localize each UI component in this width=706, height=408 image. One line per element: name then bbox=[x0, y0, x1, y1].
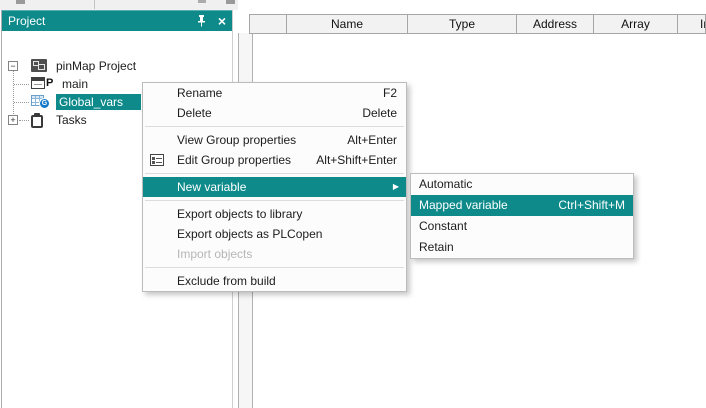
menu-item-export-objects-to-library[interactable]: Export objects to library bbox=[143, 204, 406, 224]
menu-item-label: Constant bbox=[419, 216, 467, 237]
submenu-item-retain[interactable]: Retain bbox=[411, 237, 633, 258]
menu-item-label: Delete bbox=[177, 103, 212, 123]
submenu-arrow-icon: ▶ bbox=[393, 177, 399, 197]
menu-shortcut: Delete bbox=[362, 103, 397, 123]
menu-separator bbox=[145, 267, 404, 268]
menu-item-label: View Group properties bbox=[177, 130, 296, 150]
variables-table-header: Name Type Address Array Init bbox=[249, 14, 706, 34]
tree-item-label-selected[interactable]: Global_vars bbox=[56, 94, 141, 110]
menu-item-label: Automatic bbox=[419, 174, 472, 195]
tree-item-label[interactable]: pinMap Project bbox=[56, 58, 136, 74]
menu-item-label: Retain bbox=[419, 237, 454, 258]
workspace: Project × − pinMap Project bbox=[0, 0, 706, 408]
toolbar-separator bbox=[94, 0, 95, 9]
menu-item-delete[interactable]: Delete Delete bbox=[143, 103, 406, 123]
column-header-row-selector[interactable] bbox=[250, 15, 287, 33]
tree-item-project-root[interactable]: − pinMap Project bbox=[2, 57, 232, 75]
expand-expander-icon[interactable]: + bbox=[8, 115, 18, 125]
menu-item-label: Export objects to library bbox=[177, 204, 302, 224]
menu-item-label: Rename bbox=[177, 83, 222, 103]
toolbar-icon-fragment bbox=[198, 0, 206, 3]
column-header-address[interactable]: Address bbox=[517, 15, 594, 33]
toolbar-icon-fragment bbox=[226, 0, 235, 4]
menu-shortcut: F2 bbox=[383, 83, 397, 103]
new-variable-submenu: Automatic Mapped variable Ctrl+Shift+M C… bbox=[410, 173, 634, 259]
menu-item-exclude-from-build[interactable]: Exclude from build bbox=[143, 271, 406, 291]
menu-item-rename[interactable]: Rename F2 bbox=[143, 83, 406, 103]
column-header-array[interactable]: Array bbox=[594, 15, 678, 33]
column-header-type[interactable]: Type bbox=[408, 15, 517, 33]
toolbar-icon-fragment bbox=[16, 0, 25, 4]
close-icon[interactable]: × bbox=[218, 14, 226, 28]
menu-shortcut: Alt+Shift+Enter bbox=[316, 150, 397, 170]
menu-item-new-variable[interactable]: New variable ▶ bbox=[143, 177, 406, 197]
tree-item-label[interactable]: main bbox=[62, 76, 88, 92]
menu-item-export-objects-as-plcopen[interactable]: Export objects as PLCopen bbox=[143, 224, 406, 244]
submenu-item-mapped-variable[interactable]: Mapped variable Ctrl+Shift+M bbox=[411, 195, 633, 216]
menu-item-import-objects: Import objects bbox=[143, 244, 406, 264]
tasks-clipboard-icon bbox=[31, 113, 43, 128]
column-header-init[interactable]: Init bbox=[678, 15, 706, 33]
menu-item-label: Export objects as PLCopen bbox=[177, 224, 322, 244]
menu-separator bbox=[145, 126, 404, 127]
context-menu: Rename F2 Delete Delete View Group prope… bbox=[142, 82, 407, 292]
menu-separator bbox=[145, 200, 404, 201]
program-letter: P bbox=[46, 77, 53, 89]
global-badge-icon: G bbox=[39, 98, 50, 109]
menu-item-label: New variable bbox=[177, 177, 246, 197]
project-icon bbox=[31, 59, 47, 72]
toolbar-strip bbox=[0, 0, 238, 10]
panel-title: Project bbox=[8, 14, 197, 28]
submenu-item-automatic[interactable]: Automatic bbox=[411, 174, 633, 195]
menu-separator bbox=[145, 173, 404, 174]
column-header-name[interactable]: Name bbox=[287, 15, 408, 33]
menu-item-view-group-properties[interactable]: View Group properties Alt+Enter bbox=[143, 130, 406, 150]
submenu-item-constant[interactable]: Constant bbox=[411, 216, 633, 237]
menu-item-label: Exclude from build bbox=[177, 271, 276, 291]
menu-item-label: Import objects bbox=[177, 244, 252, 264]
menu-item-edit-group-properties[interactable]: Edit Group properties Alt+Shift+Enter bbox=[143, 150, 406, 170]
menu-shortcut: Ctrl+Shift+M bbox=[558, 195, 625, 216]
properties-form-icon bbox=[150, 154, 164, 166]
program-window-icon: P bbox=[31, 77, 53, 89]
menu-item-label: Mapped variable bbox=[419, 195, 508, 216]
menu-shortcut: Alt+Enter bbox=[347, 130, 397, 150]
menu-item-label: Edit Group properties bbox=[177, 150, 291, 170]
project-panel-header[interactable]: Project × bbox=[2, 10, 232, 31]
collapse-expander-icon[interactable]: − bbox=[8, 61, 18, 71]
pin-icon[interactable] bbox=[197, 15, 206, 27]
tree-item-label[interactable]: Tasks bbox=[56, 112, 87, 128]
global-variables-grid-icon: G bbox=[31, 95, 51, 109]
